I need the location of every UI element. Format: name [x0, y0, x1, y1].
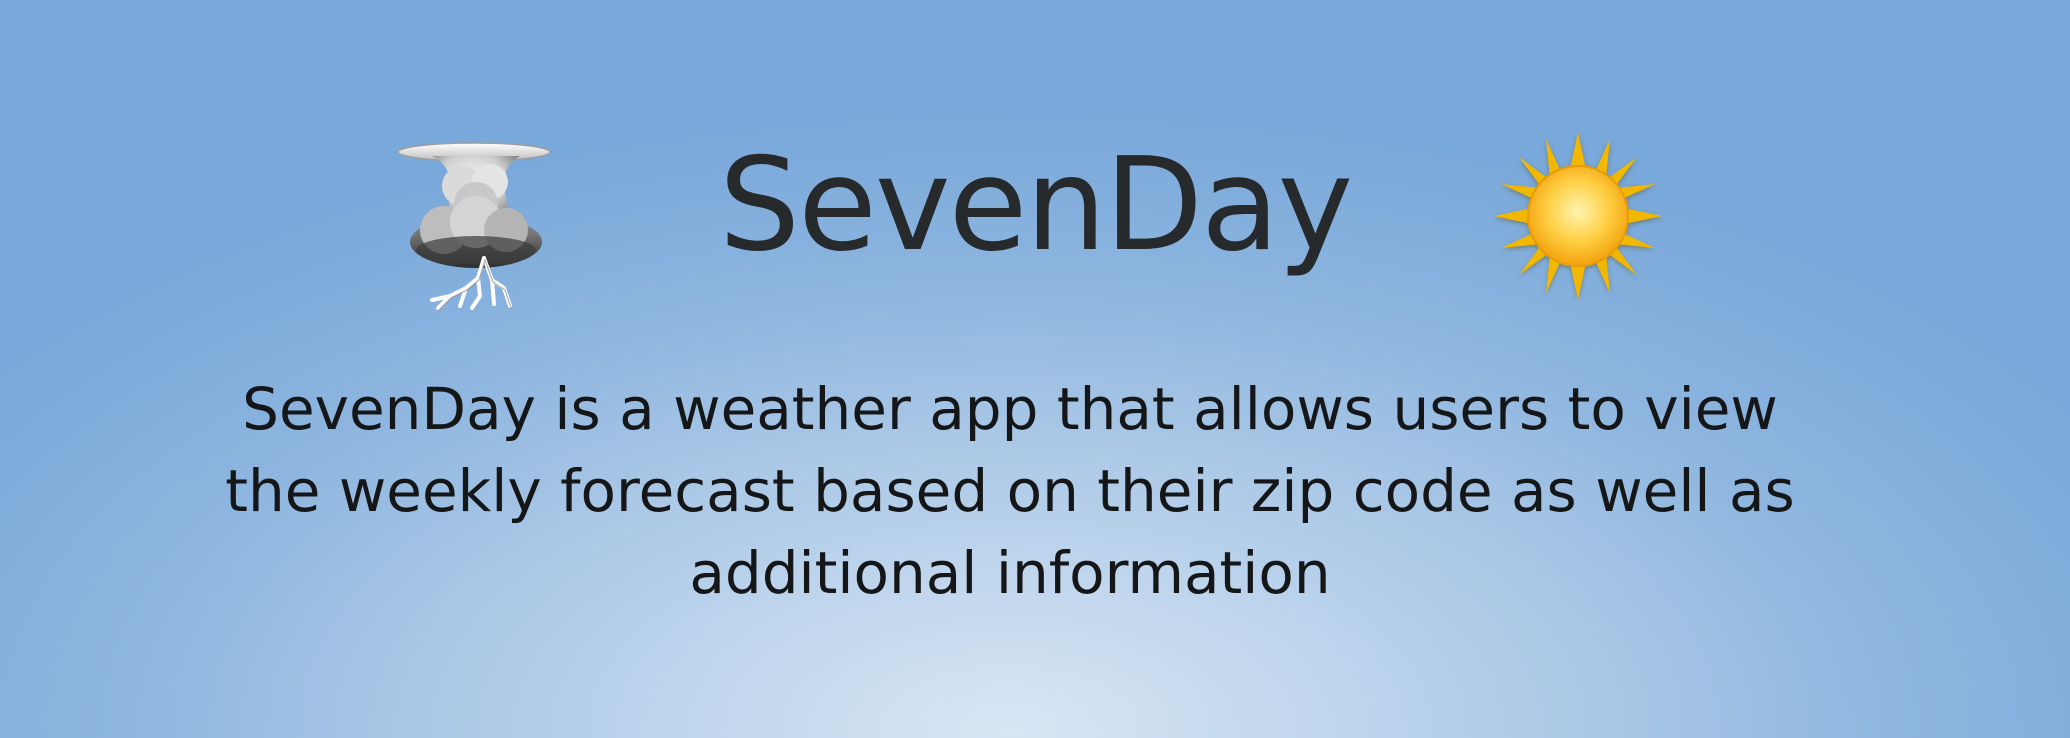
sun-icon [1494, 132, 1662, 300]
description-line: SevenDay is a weather app that allows us… [242, 375, 1778, 443]
app-description: SevenDay is a weather app that allows us… [150, 368, 1870, 614]
description-line: additional information [689, 539, 1331, 607]
title-row: SevenDay [0, 120, 2070, 320]
app-title: SevenDay [718, 131, 1353, 280]
hero-banner: SevenDay SevenDay is a weather app that … [0, 0, 2070, 738]
thunderstorm-icon [397, 142, 551, 311]
description-line: the weekly forecast based on their zip c… [225, 457, 1795, 525]
